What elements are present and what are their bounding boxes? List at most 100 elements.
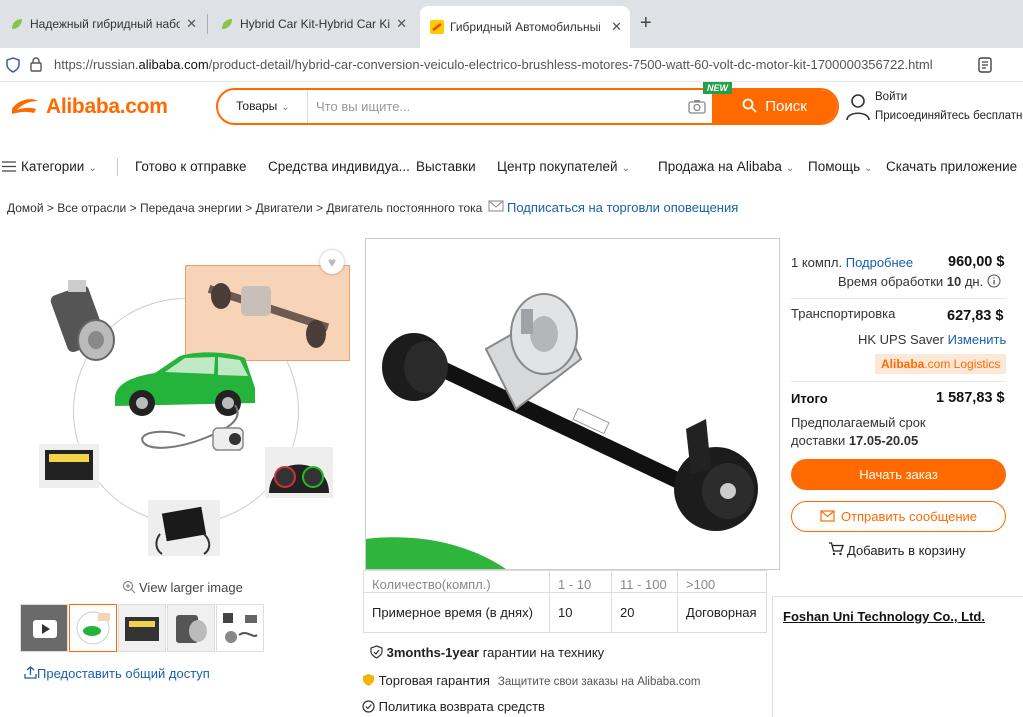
register-link[interactable]: Присоединяйтесь бесплатно	[875, 110, 1023, 122]
unit-quantity: 1 компл. Подробнее	[791, 255, 914, 270]
shield-check-icon	[370, 645, 383, 659]
menu-icon	[2, 161, 16, 172]
nav-ready-to-ship[interactable]: Готово к отправке	[135, 159, 247, 174]
subscribe-link[interactable]: Подписаться на торговли оповещения	[507, 200, 738, 215]
chevron-down-icon: ⌄	[785, 163, 795, 174]
alibaba-logo-icon	[12, 99, 38, 114]
envelope-icon	[488, 200, 504, 212]
share-link[interactable]: Предоставить общий доступ	[24, 666, 210, 681]
user-icon	[846, 94, 870, 121]
breadcrumb-item[interactable]: Домой	[7, 201, 44, 215]
nav-buyer-center[interactable]: Центр покупателей ⌄	[497, 159, 630, 174]
table-cell: 11 - 100	[611, 570, 678, 593]
warranty-info: 3months-1year гарантии на технику	[370, 645, 604, 660]
controller-unit-image	[148, 500, 220, 556]
chevron-down-icon: ⌄	[88, 163, 97, 174]
table-cell: 20	[611, 592, 678, 633]
leaf-favicon-icon	[12, 19, 22, 29]
close-tab-icon[interactable]: ✕	[611, 19, 622, 35]
alibaba-favicon-icon	[430, 20, 444, 34]
send-message-button[interactable]: Отправить сообщение	[791, 501, 1006, 532]
camera-icon[interactable]	[688, 99, 706, 114]
cart-icon	[829, 542, 844, 556]
breadcrumb-item[interactable]: Передача энергии	[140, 201, 242, 215]
total-label: Итого	[791, 391, 828, 406]
nav-categories[interactable]: Категории ⌄	[2, 159, 97, 174]
share-icon	[24, 666, 37, 679]
table-cell: Договорная	[677, 592, 767, 633]
browser-tab[interactable]: Hybrid Car Kit-Hybrid Car Kit M ✕	[210, 8, 415, 40]
nav-sell[interactable]: Продажа на Alibaba ⌄	[658, 159, 794, 174]
main-product-image[interactable]	[365, 238, 780, 570]
table-cell: 1 - 10	[549, 570, 612, 593]
alibaba-logo[interactable]: Alibaba.com	[8, 95, 168, 119]
change-shipping-link[interactable]: Изменить	[948, 332, 1007, 347]
table-cell: Примерное время (в днях)	[363, 592, 550, 633]
supplier-name-link[interactable]: Foshan Uni Technology Co., Ltd.	[783, 609, 985, 624]
processing-time: Время обработки 10 дн.	[838, 274, 1001, 289]
trade-assurance[interactable]: Торговая гарантия Защитите свои заказы на…	[362, 673, 701, 688]
charger-cable-image	[141, 404, 244, 451]
address-bar[interactable]: https://russian.alibaba.com/product-deta…	[0, 48, 1023, 82]
table-row: Количество(компл.) 1 - 10 11 - 100 >100	[363, 570, 767, 593]
nav-help[interactable]: Помощь ⌄	[808, 159, 873, 174]
nav-personal-protection[interactable]: Средства индивидуа...	[268, 159, 410, 174]
nav-download-app[interactable]: Скачать приложение	[886, 159, 1017, 174]
url-text[interactable]: https://russian.alibaba.com/product-deta…	[54, 57, 933, 72]
shipping-price: 627,83 $	[947, 308, 1004, 324]
browser-tab[interactable]: Надежный гибридный набор д ✕	[0, 8, 205, 40]
price-tier-table: Количество(компл.) 1 - 10 11 - 100 >100 …	[363, 570, 767, 633]
login-link[interactable]: Войти	[875, 91, 907, 103]
trade-assurance-shield-icon	[363, 674, 374, 686]
controller-box-image	[39, 444, 99, 488]
info-icon[interactable]	[987, 274, 1001, 288]
delivery-label: Предполагаемый срок	[791, 415, 926, 430]
nav-exhibitions[interactable]: Выставки	[416, 159, 476, 174]
browser-tab-bar: Надежный гибридный набор д ✕ Hybrid Car …	[0, 0, 1023, 48]
unit-price: 960,00 $	[948, 254, 1005, 270]
new-tab-icon[interactable]: +	[640, 12, 652, 35]
search-category-dropdown[interactable]: Товары ⌄	[218, 90, 308, 123]
check-circle-icon	[362, 700, 375, 713]
search-input[interactable]	[316, 90, 696, 123]
view-larger-image-link[interactable]: View larger image	[122, 580, 243, 595]
new-badge: NEW	[703, 82, 732, 94]
total-price: 1 587,83 $	[936, 390, 1005, 406]
search-bar: Товары⌄ Поиск	[216, 88, 839, 125]
mail-icon	[820, 510, 835, 522]
lock-icon[interactable]	[30, 57, 42, 72]
table-cell: >100	[677, 570, 767, 593]
details-link[interactable]: Подробнее	[846, 255, 913, 270]
reader-mode-icon[interactable]	[978, 57, 992, 73]
motor-thumbnail-icon	[176, 615, 207, 643]
breadcrumb-item[interactable]: Двигатели	[256, 201, 313, 215]
dashboard-gauge-image	[265, 447, 333, 498]
tab-title: Hybrid Car Kit-Hybrid Car Kit M	[240, 17, 390, 31]
close-tab-icon[interactable]: ✕	[186, 16, 197, 32]
breadcrumb-item[interactable]: Двигатель постоянного тока	[326, 201, 482, 215]
browser-tab-active[interactable]: Гибридный Автомобильный П ✕	[420, 6, 630, 48]
add-to-cart-button[interactable]: Добавить в корзину	[828, 542, 966, 558]
breadcrumb-item[interactable]: Все отрасли	[57, 201, 126, 215]
close-tab-icon[interactable]: ✕	[396, 16, 407, 32]
leaf-favicon-icon	[222, 19, 232, 29]
parts-thumbnail-icon	[223, 613, 258, 643]
search-button[interactable]: Поиск	[712, 90, 837, 123]
breadcrumb: Домой > Все отрасли > Передача энергии >…	[7, 200, 739, 215]
zoom-in-icon	[122, 580, 136, 594]
thumbnail[interactable]	[167, 604, 215, 652]
start-order-button[interactable]: Начать заказ	[791, 459, 1006, 490]
thumbnail-selected[interactable]	[69, 604, 117, 652]
highlighted-axle-image	[185, 265, 350, 361]
return-policy[interactable]: Политика возврата средств	[362, 699, 545, 714]
shield-icon[interactable]	[6, 57, 20, 73]
favorite-heart-icon[interactable]: ♥	[320, 250, 344, 274]
video-thumbnail[interactable]	[20, 604, 68, 652]
kit-overview-thumbnail-icon	[76, 611, 110, 645]
category-nav: Категории ⌄ Готово к отправке Средства ин…	[0, 150, 1023, 184]
table-cell: Количество(компл.)	[363, 570, 550, 593]
chevron-down-icon: ⌄	[621, 163, 630, 174]
thumbnail[interactable]	[216, 604, 264, 652]
table-cell: 10	[549, 592, 612, 633]
thumbnail[interactable]	[118, 604, 166, 652]
